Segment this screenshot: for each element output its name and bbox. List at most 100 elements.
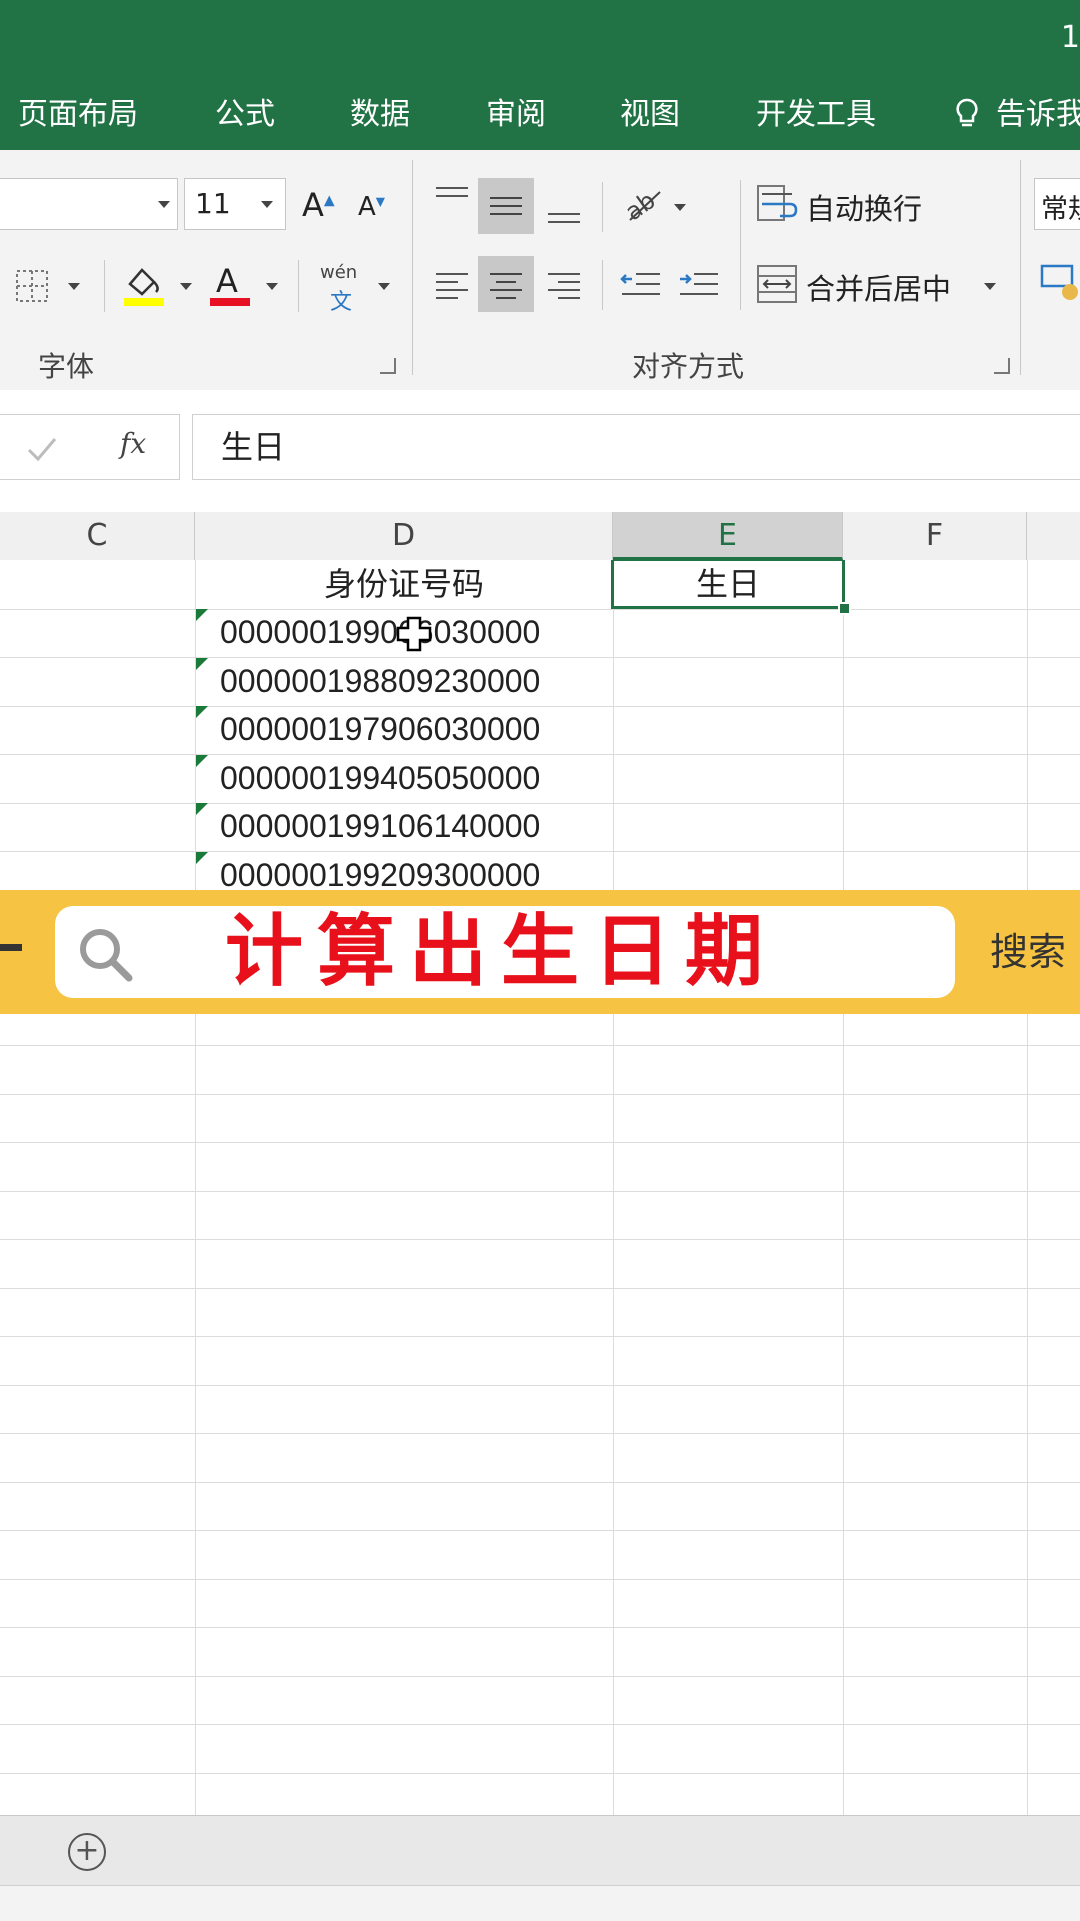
increase-indent-icon[interactable] <box>676 260 722 310</box>
row-gridline <box>0 1239 1080 1240</box>
phonetic-top-label: wén <box>320 262 358 283</box>
chevron-down-icon[interactable] <box>180 283 192 290</box>
align-right-icon[interactable] <box>544 260 584 310</box>
column-header-e[interactable]: E <box>613 512 843 560</box>
align-left-icon[interactable] <box>432 260 472 310</box>
row-gridline <box>0 1724 1080 1725</box>
phonetic-icon[interactable]: 文 <box>330 284 352 316</box>
font-size-value: 11 <box>195 187 231 220</box>
dialog-launcher-icon[interactable] <box>380 358 396 374</box>
middle-align-icon[interactable] <box>486 180 526 230</box>
status-bar <box>0 1885 1080 1921</box>
insert-function-icon[interactable]: fx <box>120 427 146 460</box>
row-gridline <box>0 1530 1080 1531</box>
column-header-c[interactable]: C <box>0 512 195 560</box>
search-banner: 计算出生日期 搜索 <box>0 890 1080 1014</box>
column-header-d[interactable]: D <box>195 512 613 560</box>
search-query: 计算出生日期 <box>225 906 778 997</box>
bottom-align-icon[interactable] <box>544 180 584 230</box>
id-cell[interactable]: 000000198809230000 <box>220 657 610 705</box>
row-gridline <box>0 1579 1080 1580</box>
tab-developer[interactable]: 开发工具 <box>756 90 876 140</box>
font-size-box[interactable]: 11 <box>184 178 286 230</box>
tab-formulas[interactable]: 公式 <box>215 90 275 140</box>
search-button[interactable]: 搜索 <box>990 890 1066 1014</box>
formula-bar: fx 生日 <box>0 390 1080 512</box>
dialog-launcher-icon[interactable] <box>994 358 1010 374</box>
svg-text:A: A <box>216 262 238 300</box>
banner-edge-mark <box>0 944 22 951</box>
fill-handle[interactable] <box>838 602 851 615</box>
increase-font-icon[interactable]: A▲ <box>302 186 335 224</box>
title-fragment: 1 <box>1060 20 1080 55</box>
add-sheet-button[interactable]: + <box>68 1833 106 1871</box>
search-box[interactable]: 计算出生日期 <box>55 906 955 998</box>
title-bar: 1 页面布局 公式 数据 审阅 视图 开发工具 告诉我 <box>0 0 1080 150</box>
top-align-icon[interactable] <box>432 180 472 230</box>
error-indicator-icon[interactable] <box>196 658 208 670</box>
chevron-down-icon[interactable] <box>68 283 80 290</box>
fill-color-icon[interactable] <box>122 262 166 308</box>
decrease-indent-icon[interactable] <box>618 260 664 310</box>
wrap-text-icon[interactable] <box>756 182 798 226</box>
error-indicator-icon[interactable] <box>196 609 208 621</box>
checkmark-icon[interactable] <box>26 435 58 463</box>
row-gridline <box>0 1142 1080 1143</box>
chevron-down-icon[interactable] <box>984 283 996 290</box>
cell-cursor-icon <box>396 616 432 652</box>
error-indicator-icon[interactable] <box>196 852 208 864</box>
chevron-down-icon[interactable] <box>266 283 278 290</box>
row-gridline <box>0 1094 1080 1095</box>
ribbon-tabs: 页面布局 公式 数据 审阅 视图 开发工具 告诉我 <box>0 90 1080 140</box>
row-gridline <box>0 1045 1080 1046</box>
merge-center-button[interactable]: 合并后居中 <box>806 266 951 308</box>
tab-view[interactable]: 视图 <box>620 90 680 140</box>
id-cell[interactable]: 000000197906030000 <box>220 705 610 753</box>
font-group-label: 字体 <box>38 350 95 383</box>
lightbulb-icon[interactable] <box>950 90 984 140</box>
tab-review[interactable]: 审阅 <box>486 90 546 140</box>
column-headers: C D E F <box>0 512 1080 561</box>
row-gridline <box>0 1433 1080 1434</box>
sheet-tab-bar: + <box>0 1815 1080 1886</box>
header-id-cell[interactable]: 身份证号码 <box>195 560 613 608</box>
chevron-down-icon <box>158 201 170 208</box>
formula-controls: fx <box>0 414 180 480</box>
orientation-icon[interactable]: ab <box>620 180 668 228</box>
number-format-box[interactable]: 常规 <box>1034 178 1080 230</box>
tab-tell-me[interactable]: 告诉我 <box>996 90 1080 140</box>
row-gridline <box>0 1676 1080 1677</box>
spreadsheet-grid[interactable]: 身份证号码 生日 000000199006030000 000000198809… <box>0 560 1080 1815</box>
chevron-down-icon <box>261 201 273 208</box>
id-cell[interactable]: 000000199106140000 <box>220 802 610 850</box>
formula-input[interactable]: 生日 <box>192 414 1080 480</box>
font-color-icon[interactable]: A <box>208 262 252 308</box>
error-indicator-icon[interactable] <box>196 706 208 718</box>
chevron-down-icon[interactable] <box>378 283 390 290</box>
ribbon: 11 A▲ A▼ A wén 文 字体 ab 自动换行 合并后居中 对齐方式 常 <box>0 150 1080 391</box>
alignment-group-label: 对齐方式 <box>632 350 745 383</box>
font-name-box[interactable] <box>0 178 178 230</box>
row-gridline <box>0 1336 1080 1337</box>
row-gridline <box>0 1191 1080 1192</box>
column-header-f[interactable]: F <box>843 512 1027 560</box>
row-gridline <box>0 1627 1080 1628</box>
selected-cell[interactable] <box>611 560 845 609</box>
error-indicator-icon[interactable] <box>196 803 208 815</box>
row-gridline <box>0 1482 1080 1483</box>
row-gridline <box>0 1288 1080 1289</box>
tab-data[interactable]: 数据 <box>350 90 410 140</box>
chevron-down-icon[interactable] <box>674 204 686 211</box>
decrease-font-icon[interactable]: A▼ <box>358 192 385 222</box>
merge-center-icon[interactable] <box>756 262 798 306</box>
error-indicator-icon[interactable] <box>196 755 208 767</box>
currency-format-icon[interactable] <box>1040 262 1080 302</box>
border-icon[interactable] <box>14 268 50 304</box>
plus-circle-icon: + <box>74 1833 100 1868</box>
align-center-icon[interactable] <box>486 260 526 310</box>
wrap-text-button[interactable]: 自动换行 <box>806 186 922 228</box>
column-header-next[interactable] <box>1027 512 1080 560</box>
number-format-value: 常规 <box>1041 194 1080 225</box>
tab-page-layout[interactable]: 页面布局 <box>18 90 138 140</box>
id-cell[interactable]: 000000199405050000 <box>220 754 610 802</box>
